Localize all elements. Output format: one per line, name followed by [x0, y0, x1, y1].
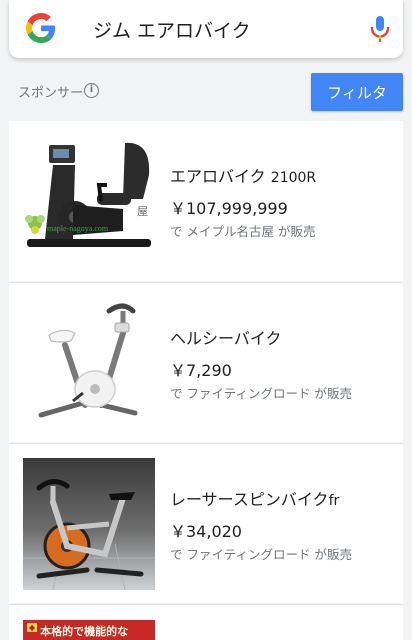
product-image-partial[interactable]: ◆ 本格的で機能的な: [23, 620, 155, 640]
product-seller: で ファイティングロード が販売: [170, 386, 352, 401]
product-price: ￥34,020: [170, 522, 242, 541]
product-card[interactable]: maple-nagoya.com 屋 エアロバイク 2100R ￥107,999…: [9, 121, 403, 281]
product-title[interactable]: レーサースピンバイクfr: [170, 486, 339, 510]
product-title[interactable]: エアロバイク 2100R: [170, 163, 316, 187]
product-seller: で メイプル名古屋 が販売: [170, 224, 316, 239]
sponsored-label: スポンサー: [18, 86, 84, 101]
info-icon[interactable]: i: [84, 83, 99, 98]
google-logo-icon[interactable]: [26, 13, 56, 43]
svg-text:屋: 屋: [137, 205, 148, 218]
product-price: ￥107,999,999: [170, 199, 288, 218]
search-input[interactable]: ジム エアロバイク: [93, 16, 251, 43]
svg-text:maple-nagoya.com: maple-nagoya.com: [47, 224, 109, 233]
product-card[interactable]: レーサースピンバイクfr ￥34,020 で ファイティングロード が販売: [9, 443, 403, 603]
product-card[interactable]: ヘルシーバイク ￥7,290 で ファイティングロード が販売: [9, 282, 403, 442]
product-price: ￥7,290: [170, 361, 232, 380]
product-card-partial[interactable]: ◆ 本格的で機能的な: [9, 604, 403, 640]
product-seller: で ファイティングロード が販売: [170, 547, 352, 562]
product-image-spin-bike[interactable]: [23, 458, 155, 590]
badge-icon: ◆: [27, 623, 38, 632]
mic-icon[interactable]: [369, 15, 391, 43]
search-bar[interactable]: ジム エアロバイク: [9, 0, 403, 58]
product-image-recumbent-bike[interactable]: maple-nagoya.com 屋: [23, 135, 155, 267]
product-image-exercise-bike[interactable]: [23, 297, 155, 429]
product-title[interactable]: ヘルシーバイク: [170, 325, 282, 349]
page: ジム エアロバイク スポンサー i フィルタ maple-nagoya.com …: [0, 0, 412, 640]
filter-button[interactable]: フィルタ: [311, 73, 403, 111]
